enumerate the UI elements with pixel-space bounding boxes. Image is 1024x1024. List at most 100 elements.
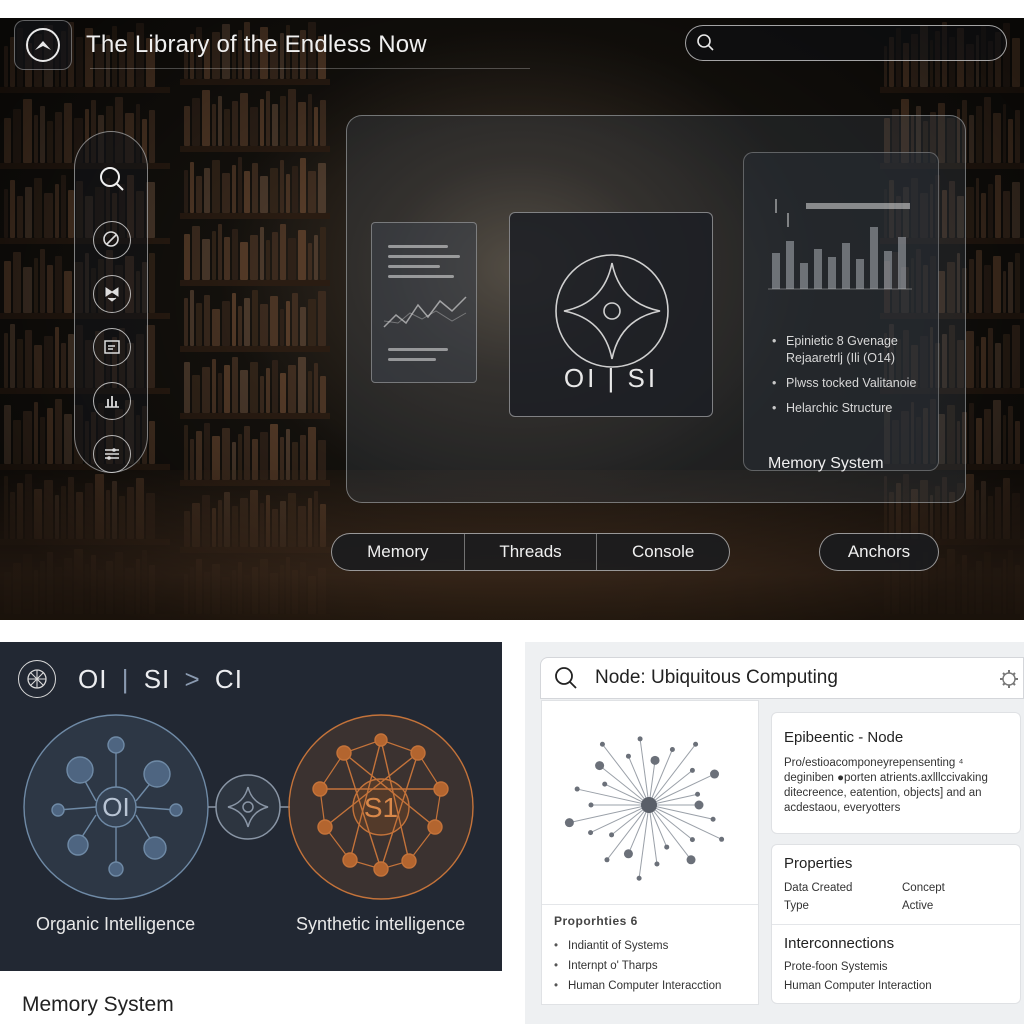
memory-system-caption: Memory System [22, 993, 174, 1016]
rail-chart-button[interactable] [93, 382, 131, 420]
side-toolbar [74, 131, 148, 473]
graph-node[interactable] [564, 818, 574, 828]
epi-line: ditecreence, eatention, objects] and an [784, 787, 982, 799]
graph-node[interactable] [595, 761, 605, 771]
diagram-header: OI | SI > CI [18, 660, 243, 698]
small-property-item: Internpt o' Tharps [554, 956, 721, 976]
rail-settings-button[interactable] [93, 435, 131, 473]
search-icon [697, 34, 714, 51]
graph-node[interactable] [689, 837, 695, 843]
graph-node[interactable] [710, 769, 720, 779]
app-title: The Library of the Endless Now [86, 31, 427, 58]
memory-item: Epinietic 8 Gvenage Rejaaretrlj (Ili (O1… [772, 333, 942, 367]
graph-node[interactable] [602, 781, 608, 787]
si-center-label: S1 [364, 792, 398, 823]
epi-line: Pro/estioacomponeyrepensenting ⁴ [784, 757, 964, 769]
title-ci: CI [214, 663, 243, 694]
graph-node[interactable] [623, 849, 633, 859]
bar-chart-icon [105, 396, 119, 408]
central-node[interactable] [641, 797, 657, 813]
graph-node[interactable] [693, 741, 699, 747]
node-title: Node: Ubiquitous Computing [595, 667, 838, 688]
graph-node[interactable] [599, 741, 605, 747]
sparkline-icon [383, 296, 467, 328]
tab-console[interactable]: Console [597, 534, 729, 570]
graph-node[interactable] [609, 832, 615, 838]
small-property-item: Human Computer Interacction [554, 976, 721, 996]
properties-title: Properties [784, 855, 853, 872]
property-key: Data Created [784, 882, 853, 894]
search-input[interactable] [685, 25, 1007, 61]
nodes-icon [105, 287, 119, 302]
graph-node[interactable] [625, 753, 631, 759]
intelligence-diagram-panel: OI | SI > CI OI S1 Organic Intelligence … [0, 642, 502, 971]
graph-node[interactable] [694, 800, 704, 810]
rail-nodes-button[interactable] [93, 275, 131, 313]
small-properties-title: Proporhties 6 [554, 914, 638, 928]
tab-threads[interactable]: Threads [465, 534, 598, 570]
graph-node[interactable] [574, 786, 580, 792]
interconnection-item[interactable]: Prote-foon Systemis [784, 958, 1008, 977]
rail-search-button[interactable] [93, 160, 131, 198]
star-compass-icon [555, 254, 669, 368]
sliders-icon [105, 448, 119, 460]
core-label: OI | SI [563, 363, 659, 393]
tab-memory[interactable]: Memory [332, 534, 465, 570]
search-icon[interactable] [553, 665, 579, 691]
oi-si-core-card[interactable]: OI | SI [509, 212, 713, 417]
app-logo[interactable] [14, 20, 72, 70]
graph-node[interactable] [650, 755, 660, 765]
synthetic-label: Synthetic intelligence [296, 914, 466, 934]
organic-label: Organic Intelligence [36, 914, 196, 934]
epi-description: Pro/estioacomponeyrepensenting ⁴ deginib… [784, 756, 1008, 816]
graph-node[interactable] [604, 857, 610, 863]
rail-explore-button[interactable] [93, 221, 131, 259]
graph-node[interactable] [695, 791, 701, 797]
graph-node[interactable] [637, 736, 643, 742]
compass-icon [26, 28, 60, 62]
graph-node[interactable] [710, 816, 716, 822]
search-icon [100, 167, 124, 191]
graph-node[interactable] [719, 836, 725, 842]
properties-card: Properties Data Created Concept Type Act… [771, 844, 1021, 1004]
diagram-title: OI | SI > CI [78, 664, 243, 695]
property-value: Concept [902, 882, 945, 894]
memory-item: Plwss tocked Valitanoie [772, 375, 942, 392]
epi-line: acdestaou, everyotters [784, 802, 901, 814]
small-properties: Proporhties 6 Indiantit of Systems Inter… [554, 914, 721, 996]
memory-system-list: Epinietic 8 Gvenage Rejaaretrlj (Ili (O1… [772, 333, 942, 425]
graph-node[interactable] [636, 875, 642, 881]
graph-node[interactable] [689, 767, 695, 773]
main-tab-bar: Memory Threads Console [331, 533, 730, 571]
graph-node[interactable] [588, 802, 594, 808]
interconnection-item[interactable]: Human Computer Interaction [784, 977, 1008, 996]
memory-item: Helarchic Structure [772, 400, 942, 417]
epi-title: Epibeentic - Node [784, 729, 904, 746]
graph-node[interactable] [654, 861, 660, 867]
graph-node[interactable] [664, 844, 670, 850]
app-header: The Library of the Endless Now [14, 20, 427, 70]
anchors-button[interactable]: Anchors [819, 533, 939, 571]
connector [208, 774, 290, 840]
document-preview-card[interactable] [371, 222, 477, 383]
property-key: Type [784, 900, 809, 912]
epigenetic-node-card: Epibeentic - Node Pro/estioacomponeyrepe… [771, 712, 1021, 834]
title-oi: OI [78, 663, 108, 694]
property-value: Active [902, 900, 934, 912]
node-header: Node: Ubiquitous Computing [540, 657, 1024, 699]
graph-node[interactable] [588, 830, 594, 836]
radial-node-graph [564, 736, 725, 881]
graph-node[interactable] [686, 855, 696, 865]
document-icon [104, 340, 120, 354]
oi-center-label: OI [102, 792, 129, 822]
page: { "app": {"title": "The Library of the E… [0, 0, 1024, 1024]
gear-icon[interactable] [999, 669, 1019, 689]
rail-document-button[interactable] [93, 328, 131, 366]
graph-node[interactable] [669, 746, 675, 752]
properties-grid: Data Created Concept Type Active [784, 882, 1008, 912]
epi-line: deginiben ●porten atrients.axlllccivakin… [784, 772, 988, 784]
title-sep: | [121, 663, 130, 694]
title-si: SI [143, 663, 171, 694]
bar-graph-icon [768, 199, 912, 290]
title-arrow: > [184, 663, 201, 694]
